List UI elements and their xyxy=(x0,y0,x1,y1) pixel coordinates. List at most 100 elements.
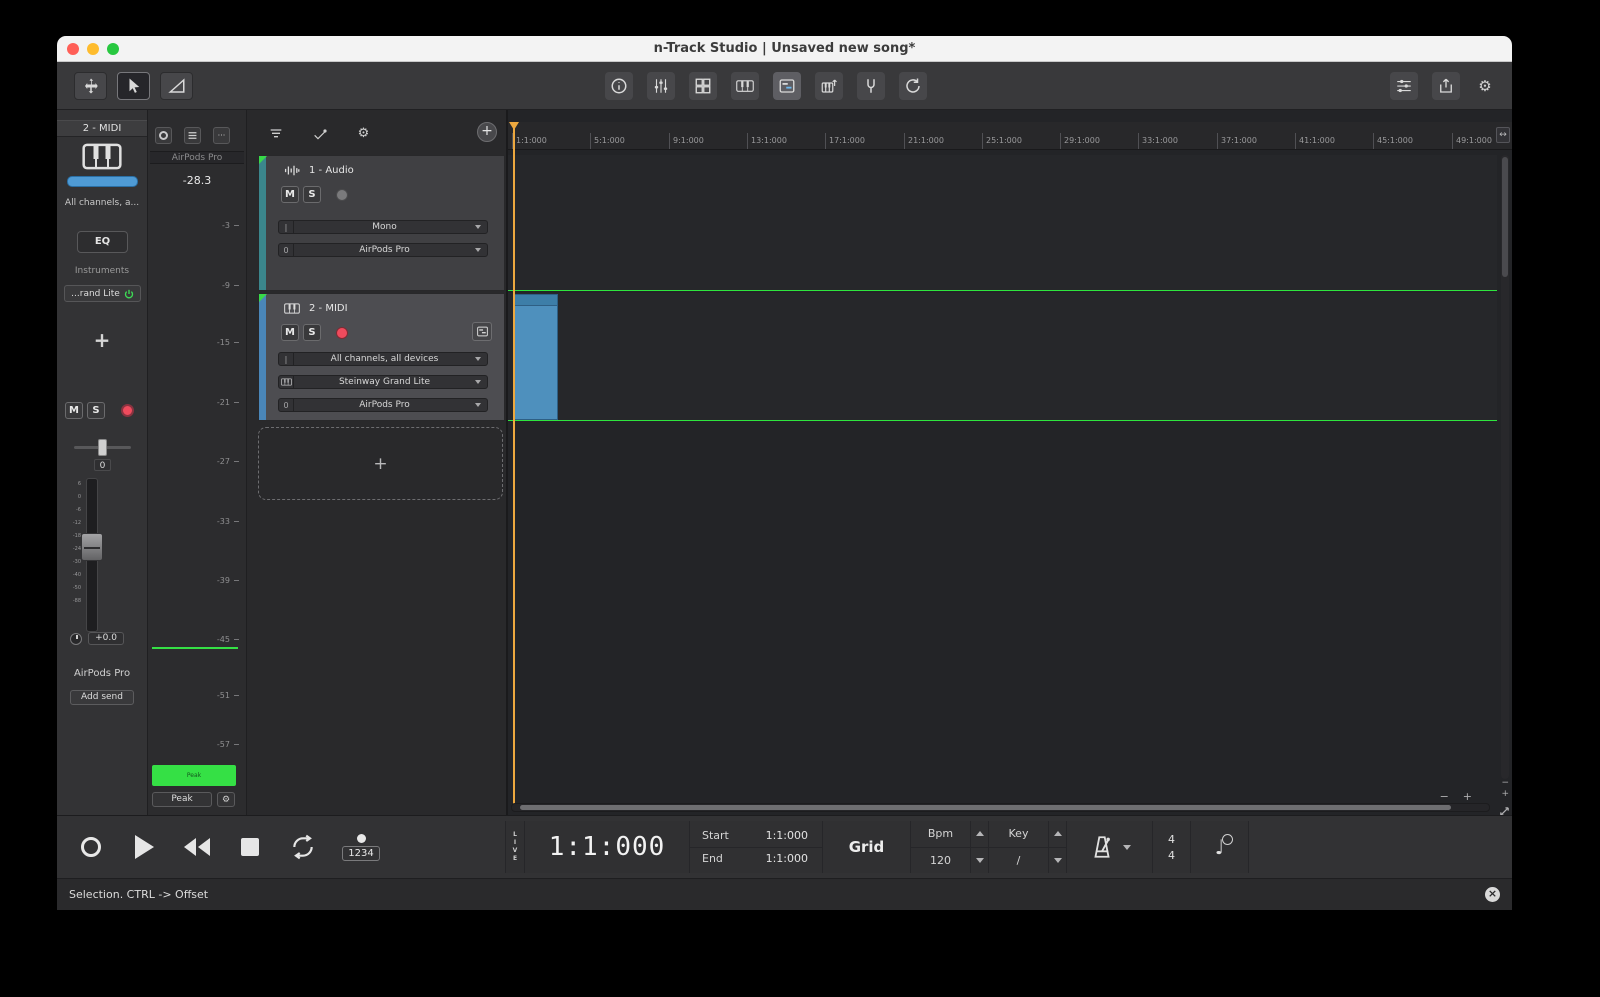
midi-track-lane[interactable] xyxy=(508,293,1497,421)
tuner-button[interactable] xyxy=(857,72,885,100)
select-tool-button[interactable] xyxy=(117,72,150,100)
bpm-value[interactable]: 120 xyxy=(911,854,970,867)
fade-tool-button[interactable] xyxy=(160,72,193,100)
chevron-down-icon xyxy=(475,403,481,407)
share-button[interactable] xyxy=(1432,72,1460,100)
metronome-button[interactable] xyxy=(1067,821,1153,873)
pan-slider-thumb[interactable] xyxy=(98,439,107,456)
add-effect-button[interactable]: + xyxy=(57,328,147,352)
arrow-down-icon xyxy=(976,858,984,863)
minimize-window-button[interactable] xyxy=(87,43,99,55)
end-value[interactable]: 1:1:000 xyxy=(742,852,822,865)
info-button[interactable] xyxy=(605,72,633,100)
output-device-dropdown[interactable]: 0 AirPods Pro xyxy=(278,398,488,412)
solo-button[interactable]: S xyxy=(303,324,321,341)
horizontal-scrollbar-thumb[interactable] xyxy=(520,805,1451,810)
close-window-button[interactable] xyxy=(67,43,79,55)
chevron-down-icon xyxy=(475,380,481,384)
instrument-dropdown[interactable]: Steinway Grand Lite xyxy=(278,375,488,389)
timeline-ruler[interactable]: 1:1:000 5:1:000 9:1:000 13:1:000 17:1:00… xyxy=(508,122,1512,150)
arrange-area[interactable]: 1:1:000 5:1:000 9:1:000 13:1:000 17:1:00… xyxy=(507,110,1512,815)
record-arm-button[interactable] xyxy=(336,327,348,339)
status-close-button[interactable]: × xyxy=(1485,887,1500,902)
zoom-out-button[interactable]: − xyxy=(1440,792,1449,802)
key-down-button[interactable] xyxy=(1048,848,1066,874)
sync-button[interactable] xyxy=(899,72,927,100)
tempo-base-button[interactable]: ♩ xyxy=(1191,821,1249,873)
pan-value: 0 xyxy=(94,459,111,471)
eq-button[interactable]: EQ xyxy=(77,231,128,253)
channel-mode-dropdown[interactable]: | Mono xyxy=(278,220,488,234)
grid-button[interactable]: Grid xyxy=(823,821,911,873)
add-track-button[interactable]: + xyxy=(477,122,497,142)
track-settings-button[interactable]: ⚙ xyxy=(355,125,372,142)
window-controls xyxy=(67,43,119,55)
start-value[interactable]: 1:1:000 xyxy=(742,829,822,842)
open-piano-roll-button[interactable] xyxy=(472,322,492,341)
record-arm-button[interactable] xyxy=(336,189,348,201)
zoom-in-button[interactable]: + xyxy=(1463,792,1472,802)
settings-gear-button[interactable]: ⚙ xyxy=(1474,72,1496,100)
play-button[interactable] xyxy=(127,830,161,864)
meter-gear-button[interactable]: ⚙ xyxy=(217,792,235,807)
key-value[interactable]: / xyxy=(989,854,1048,867)
settings-sliders-button[interactable] xyxy=(1390,72,1418,100)
vertical-zoom-out-button[interactable]: − xyxy=(1501,779,1509,787)
bpm-up-button[interactable] xyxy=(970,821,988,847)
mute-button[interactable]: M xyxy=(281,186,299,203)
volume-fader-thumb[interactable] xyxy=(81,533,103,561)
mute-button[interactable]: M xyxy=(65,402,83,419)
playhead-flag[interactable] xyxy=(509,122,519,130)
live-button[interactable]: LIVE xyxy=(505,821,525,873)
solo-button[interactable]: S xyxy=(303,186,321,203)
time-signature-control[interactable]: 4 4 xyxy=(1153,821,1191,873)
gain-knob[interactable] xyxy=(70,633,82,645)
playhead[interactable] xyxy=(513,122,515,804)
key-up-button[interactable] xyxy=(1048,821,1066,847)
loop-button[interactable] xyxy=(286,830,320,864)
gain-value[interactable]: +0.0 xyxy=(88,632,124,645)
add-track-drop-area[interactable]: + xyxy=(258,427,503,500)
track-routing-button[interactable] xyxy=(311,125,328,142)
chevron-down-icon[interactable] xyxy=(1123,845,1131,850)
main-area: 2 - MIDI All channels, a... EQ Instrumen… xyxy=(57,110,1512,815)
move-tool-button[interactable] xyxy=(74,72,107,100)
titlebar: n-Track Studio | Unsaved new song* xyxy=(57,36,1512,62)
track-collapse-triangle[interactable] xyxy=(259,294,267,302)
channel-strip-header[interactable]: 2 - MIDI xyxy=(57,120,147,137)
record-arm-button[interactable] xyxy=(121,404,134,417)
fader-scale: 6 0 -6 -12 -18 -24 -30 -40 -50 -88 xyxy=(59,482,81,616)
windows-layout-button[interactable] xyxy=(689,72,717,100)
instrument-button[interactable]: ...rand Lite xyxy=(64,285,141,302)
solo-button[interactable]: S xyxy=(87,402,105,419)
add-send-button[interactable]: Add send xyxy=(70,690,134,705)
zoom-window-button[interactable] xyxy=(107,43,119,55)
rewind-button[interactable] xyxy=(180,830,214,864)
horizontal-scrollbar[interactable] xyxy=(511,803,1490,812)
dropdown-prefix: | xyxy=(279,221,294,233)
vertical-zoom-in-button[interactable]: + xyxy=(1501,790,1509,798)
stop-button[interactable] xyxy=(233,830,267,864)
time-display[interactable]: 1:1:000 xyxy=(525,821,690,873)
count-in-button[interactable]: 1234 xyxy=(339,834,383,861)
peak-mode-button[interactable]: Peak xyxy=(152,792,212,807)
bpm-down-button[interactable] xyxy=(970,848,988,874)
vertical-scrollbar-thumb[interactable] xyxy=(1502,157,1508,277)
vertical-scrollbar[interactable] xyxy=(1501,155,1509,779)
piano-roll-view-button[interactable] xyxy=(773,72,801,100)
mute-button[interactable]: M xyxy=(281,324,299,341)
mixer-button[interactable] xyxy=(647,72,675,100)
record-button[interactable] xyxy=(74,830,108,864)
track-item-midi[interactable]: 2 - MIDI M S | All channels, all devices… xyxy=(258,293,505,421)
midi-output-button[interactable] xyxy=(815,72,843,100)
piano-keyboard-button[interactable] xyxy=(731,72,759,100)
track-collapse-triangle[interactable] xyxy=(259,156,267,164)
output-device-dropdown[interactable]: 0 AirPods Pro xyxy=(278,243,488,257)
midi-clip[interactable] xyxy=(513,294,558,420)
track-sort-button[interactable] xyxy=(267,125,284,142)
audio-track-lane[interactable] xyxy=(508,155,1497,291)
resize-corner-icon[interactable] xyxy=(1499,802,1510,813)
midi-input-dropdown[interactable]: | All channels, all devices xyxy=(278,352,488,366)
ruler-resize-icon[interactable]: ↔ xyxy=(1496,127,1510,143)
track-item-audio[interactable]: 1 - Audio M S | Mono 0 AirPods Pro xyxy=(258,155,505,291)
